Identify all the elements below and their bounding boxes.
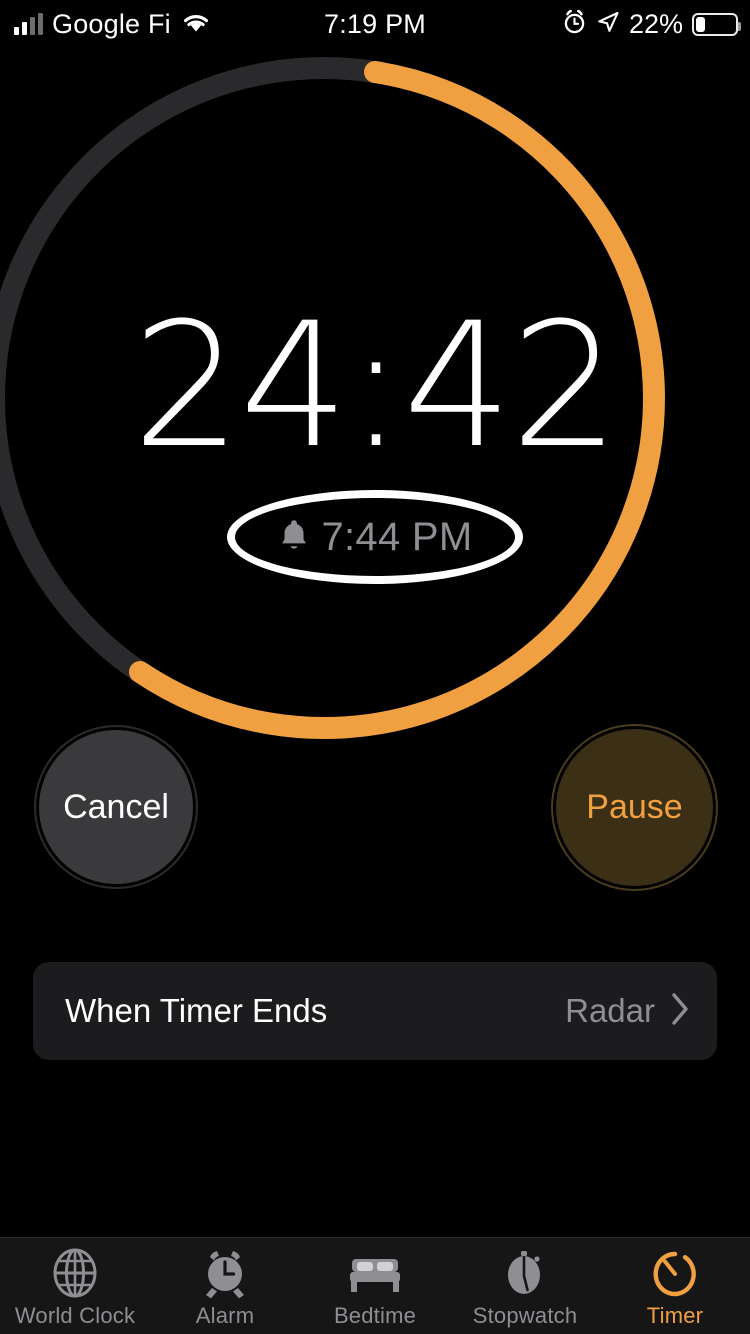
alarm-clock-icon: [198, 1247, 252, 1299]
tab-alarm[interactable]: Alarm: [150, 1238, 300, 1334]
end-time-pill[interactable]: 7:44 PM: [227, 490, 523, 584]
tab-alarm-label: Alarm: [195, 1303, 255, 1328]
stopwatch-icon: [498, 1247, 552, 1299]
cancel-button[interactable]: Cancel: [36, 727, 196, 887]
tab-bar: World Clock Alarm Bedtime Stopwatch Time…: [0, 1237, 750, 1334]
when-timer-ends-label: When Timer Ends: [65, 992, 328, 1029]
when-timer-ends-row[interactable]: When Timer Ends Radar: [33, 962, 717, 1060]
pause-button[interactable]: Pause: [553, 726, 716, 889]
bed-icon: [346, 1247, 404, 1299]
remaining-time: 24:42: [132, 285, 620, 486]
battery-fill: [696, 16, 706, 32]
pause-button-label: Pause: [586, 788, 683, 826]
globe-icon: [48, 1247, 102, 1299]
battery-percent-label: 22%: [628, 8, 683, 39]
when-timer-ends-value: Radar: [565, 992, 655, 1029]
tab-bedtime-label: Bedtime: [333, 1303, 417, 1328]
tab-world-clock-label: World Clock: [14, 1303, 136, 1328]
end-time-label: 7:44 PM: [321, 514, 473, 559]
cancel-button-label: Cancel: [63, 787, 169, 826]
timer-icon: [648, 1247, 702, 1299]
timer-readout: 24:42 7:44 PM: [0, 300, 750, 584]
tab-timer[interactable]: Timer: [600, 1238, 750, 1334]
bell-icon: [277, 517, 311, 558]
status-bar-time: 7:19 PM: [324, 8, 426, 39]
tab-stopwatch-label: Stopwatch: [472, 1303, 578, 1328]
alarm-clock-icon: [562, 9, 587, 40]
timer-screen: Google Fi 7:19 PM 22% 24:42 7:44 PM Canc…: [0, 0, 750, 1334]
chevron-right-icon: [669, 991, 691, 1032]
location-arrow-icon: [596, 10, 620, 39]
battery-icon: [692, 12, 741, 36]
tab-stopwatch[interactable]: Stopwatch: [450, 1238, 600, 1334]
tab-world-clock[interactable]: World Clock: [0, 1238, 150, 1334]
tab-bedtime[interactable]: Bedtime: [300, 1238, 450, 1334]
status-bar: Google Fi 7:19 PM 22%: [0, 0, 750, 48]
tab-timer-label: Timer: [646, 1303, 704, 1328]
status-bar-right: 22%: [562, 0, 741, 48]
